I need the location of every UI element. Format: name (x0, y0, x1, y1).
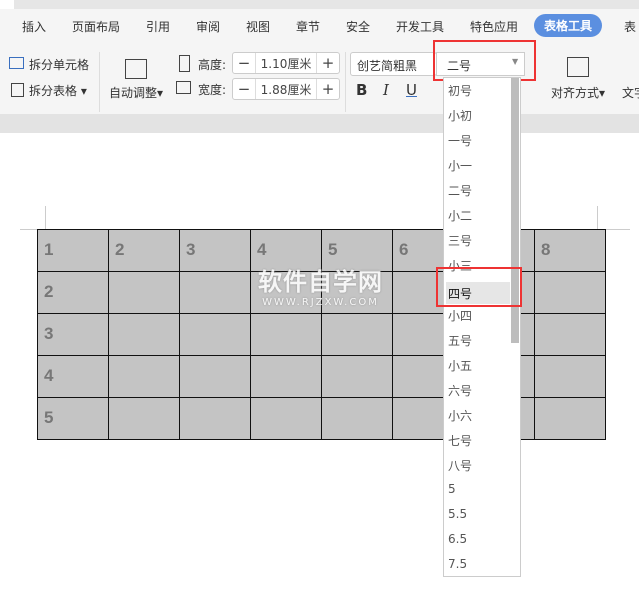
table-cell[interactable] (108, 397, 180, 440)
highlight-box-selected (436, 267, 522, 307)
font-size-option[interactable]: 二号 (448, 182, 472, 199)
ribbon-tabs: 插入 页面布局 引用 审阅 视图 章节 安全 开发工具 特色应用 表格工具 表 (0, 9, 639, 44)
split-table-icon (11, 83, 24, 97)
height-input[interactable]: 1.10厘米 (255, 53, 317, 73)
table-cell[interactable]: 8 (534, 229, 606, 272)
table-cell[interactable]: 2 (37, 271, 109, 314)
height-plus-button[interactable]: + (317, 53, 339, 73)
table-cell[interactable] (179, 313, 251, 356)
tab-1[interactable]: 页面布局 (72, 18, 120, 35)
font-size-option[interactable]: 五号 (448, 332, 472, 349)
tab-5[interactable]: 章节 (296, 18, 320, 35)
height-stepper[interactable]: − 1.10厘米 + (232, 52, 340, 74)
table-cell[interactable] (250, 313, 322, 356)
height-label: 高度: (198, 58, 227, 72)
margin-mark-right (597, 206, 598, 229)
table-cell[interactable] (179, 271, 251, 314)
text-direction-button[interactable]: 文字 (622, 84, 639, 101)
width-plus-button[interactable]: + (317, 79, 339, 99)
split-cell-button[interactable]: 拆分单元格 (29, 56, 89, 73)
table-cell[interactable]: 1 (37, 229, 109, 272)
width-stepper[interactable]: − 1.88厘米 + (232, 78, 340, 100)
table-cell[interactable] (108, 313, 180, 356)
font-name-select[interactable]: 创艺简粗黑 (350, 52, 437, 76)
table-cell[interactable] (534, 271, 606, 314)
table-cell[interactable]: 5 (37, 397, 109, 440)
underline-button[interactable]: U (406, 81, 417, 99)
table-cell[interactable]: 2 (108, 229, 180, 272)
tab-6[interactable]: 安全 (346, 18, 370, 35)
split-table-label: 拆分表格 (29, 84, 78, 98)
align-icon (567, 57, 589, 77)
width-minus-button[interactable]: − (233, 79, 255, 99)
watermark: 软件自学网 WWW.RJZXW.COM (258, 268, 383, 308)
table-cell[interactable] (250, 397, 322, 440)
bold-button[interactable]: B (356, 81, 367, 99)
font-size-option[interactable]: 5.5 (448, 507, 467, 521)
table-cell[interactable] (108, 355, 180, 398)
font-size-option[interactable]: 小四 (448, 307, 472, 324)
ribbon-bottom-band (0, 114, 639, 133)
tab-2[interactable]: 引用 (146, 18, 170, 35)
align-label: 对齐方式 (551, 86, 600, 100)
font-size-dropdown[interactable]: 初号 小初 一号 小一 二号 小二 三号 小三 四号 小四 五号 小五 六号 小六 七号 八号 5 5.5 6.5 7… (443, 77, 521, 577)
table-cell[interactable] (534, 355, 606, 398)
margin-mark-left (45, 206, 46, 229)
font-size-option[interactable]: 小六 (448, 407, 472, 424)
font-size-option[interactable]: 七号 (448, 432, 472, 449)
table-cell[interactable]: 4 (37, 355, 109, 398)
width-icon (176, 81, 191, 94)
table-cell[interactable]: 3 (179, 229, 251, 272)
font-size-option[interactable]: 小一 (448, 157, 472, 174)
height-icon (179, 55, 190, 72)
auto-adjust-label: 自动调整 (109, 86, 158, 100)
align-button[interactable]: 对齐方式▾ (551, 84, 605, 101)
table-cell[interactable]: 3 (37, 313, 109, 356)
width-label: 宽度: (198, 83, 227, 97)
font-size-option[interactable]: 初号 (448, 82, 472, 99)
height-minus-button[interactable]: − (233, 53, 255, 73)
auto-adjust-button[interactable]: 自动调整▾ (109, 84, 163, 101)
font-size-option[interactable]: 6.5 (448, 532, 467, 546)
tab-3[interactable]: 审阅 (196, 18, 220, 35)
tab-7[interactable]: 开发工具 (396, 18, 444, 35)
tab-8[interactable]: 特色应用 (470, 18, 518, 35)
table-cell[interactable] (250, 355, 322, 398)
font-size-option[interactable]: 5 (448, 482, 456, 496)
tab-4[interactable]: 视图 (246, 18, 270, 35)
table-cell[interactable] (534, 313, 606, 356)
font-size-option[interactable]: 一号 (448, 132, 472, 149)
font-name-value: 创艺简粗黑 (357, 59, 418, 73)
table-cell[interactable] (179, 355, 251, 398)
italic-button[interactable]: I (383, 81, 389, 99)
tab-0[interactable]: 插入 (22, 18, 46, 35)
font-size-option[interactable]: 三号 (448, 232, 472, 249)
font-size-option[interactable]: 六号 (448, 382, 472, 399)
auto-adjust-icon (125, 59, 147, 79)
table-cell[interactable] (321, 355, 393, 398)
table-cell[interactable] (321, 313, 393, 356)
split-cell-icon (9, 57, 24, 69)
font-size-option[interactable]: 小五 (448, 357, 472, 374)
table-cell[interactable] (179, 397, 251, 440)
table-cell[interactable] (321, 397, 393, 440)
highlight-box (433, 40, 536, 81)
tab-10[interactable]: 表 (624, 18, 636, 35)
font-size-option[interactable]: 八号 (448, 457, 472, 474)
font-size-option[interactable]: 小初 (448, 107, 472, 124)
table-cell[interactable] (108, 271, 180, 314)
tab-9[interactable]: 表格工具 (534, 14, 603, 37)
title-strip (0, 0, 639, 9)
table-cell[interactable] (534, 397, 606, 440)
font-size-option[interactable]: 小二 (448, 207, 472, 224)
font-size-option[interactable]: 7.5 (448, 557, 467, 571)
split-table-button[interactable]: 拆分表格 ▾ (29, 82, 87, 99)
width-input[interactable]: 1.88厘米 (255, 79, 317, 99)
